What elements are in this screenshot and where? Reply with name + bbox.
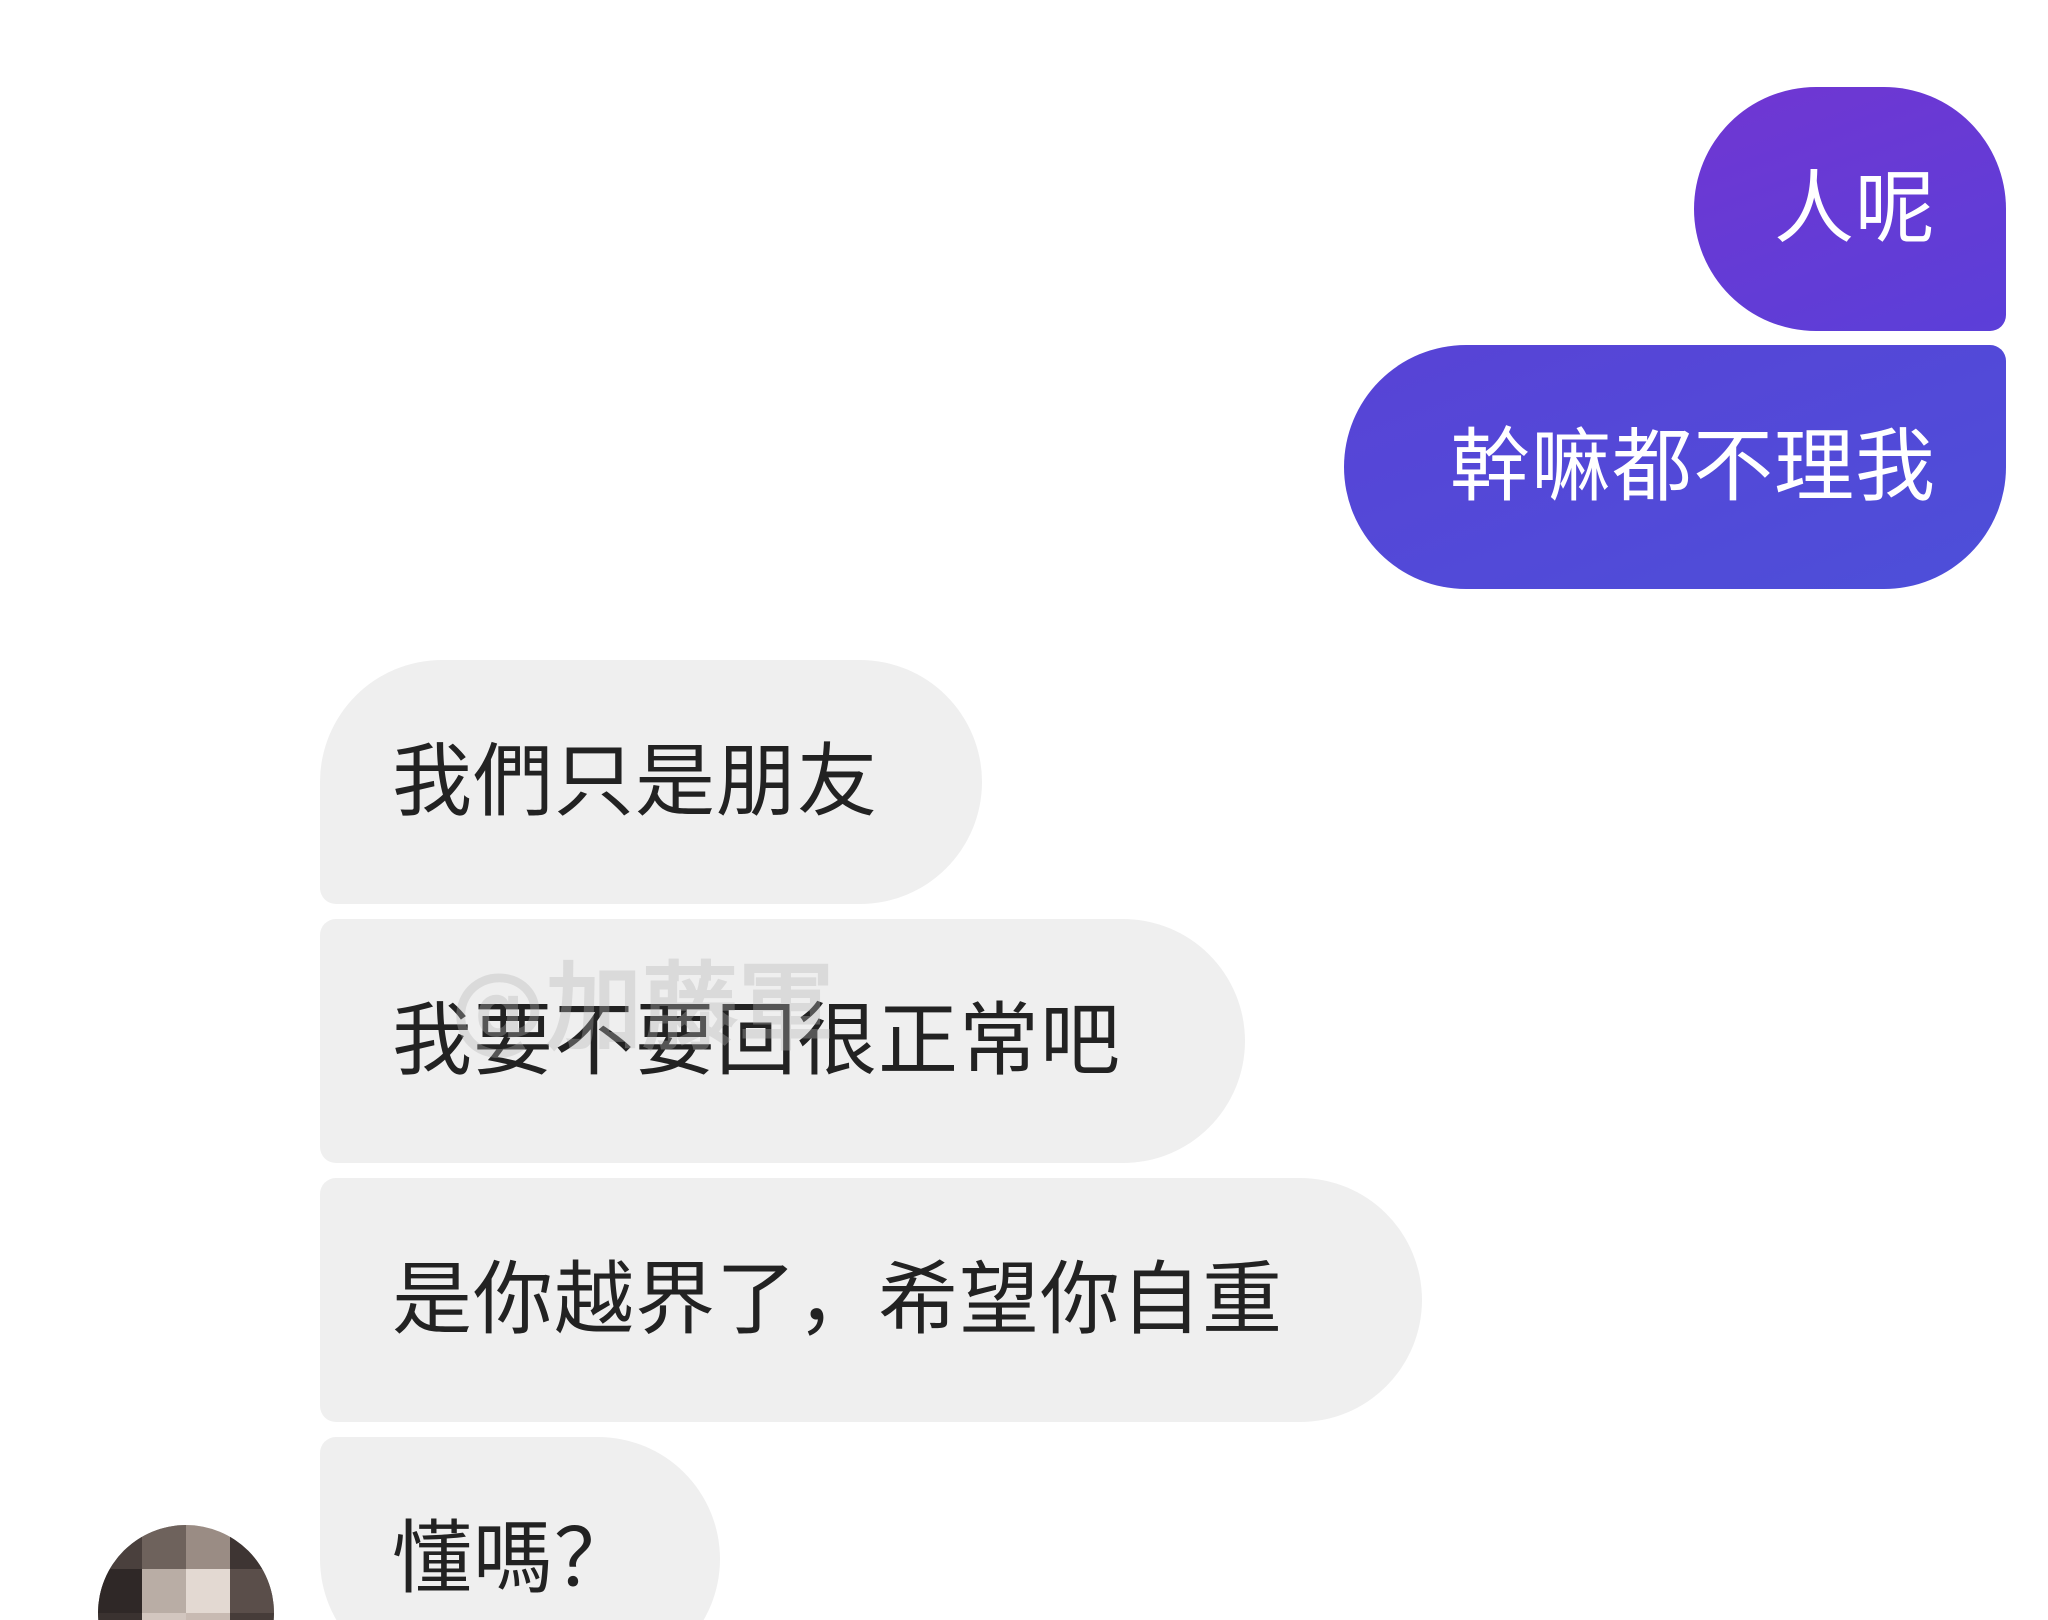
- avatar[interactable]: [98, 1525, 274, 1620]
- message-text: 幹嘛都不理我: [1450, 420, 1936, 513]
- message-text: 我要不要回很正常吧: [392, 994, 1121, 1087]
- chat-thread: 人呢 幹嘛都不理我 我們只是朋友 我要不要回很正常吧 是你越界了，希望你自重 懂…: [0, 0, 2048, 1620]
- message-text: 我們只是朋友: [392, 735, 878, 828]
- incoming-message-bubble[interactable]: 懂嗎？: [320, 1437, 720, 1620]
- outgoing-message-bubble[interactable]: 人呢: [1694, 87, 2006, 331]
- incoming-message-bubble[interactable]: 我們只是朋友: [320, 660, 982, 904]
- message-text: 懂嗎？: [392, 1512, 635, 1605]
- incoming-message-bubble[interactable]: 我要不要回很正常吧: [320, 919, 1245, 1163]
- message-text: 是你越界了，希望你自重: [392, 1253, 1283, 1346]
- outgoing-message-bubble[interactable]: 幹嘛都不理我: [1344, 345, 2006, 589]
- incoming-message-bubble[interactable]: 是你越界了，希望你自重: [320, 1178, 1422, 1422]
- message-text: 人呢: [1774, 162, 1936, 255]
